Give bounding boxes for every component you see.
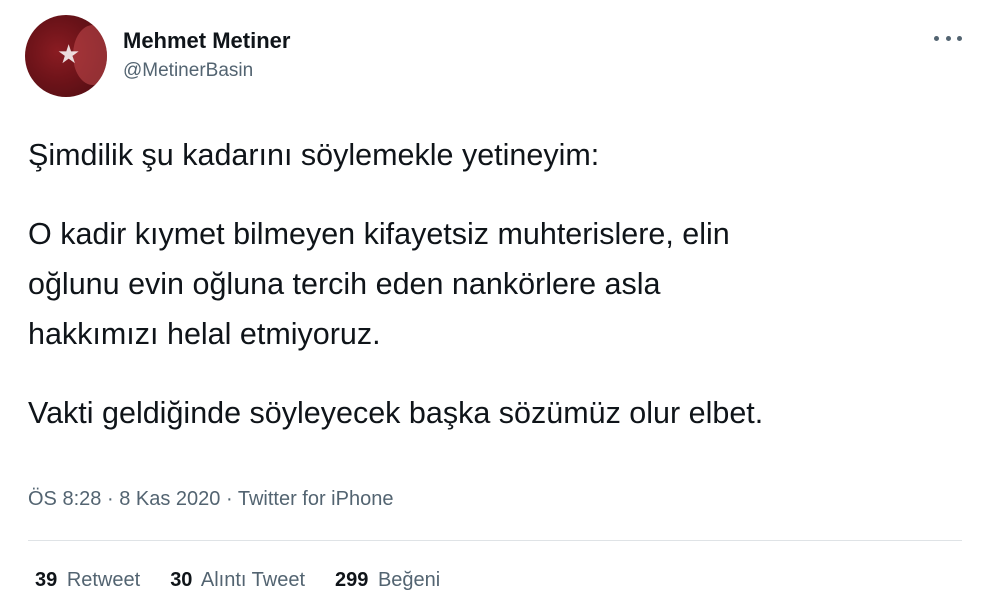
like-count[interactable]: 299 Beğeni [335, 569, 440, 592]
dot [945, 35, 951, 41]
author-display-name[interactable]: Mehmet Metiner [123, 28, 290, 54]
more-options-icon[interactable] [930, 26, 966, 50]
tweet-paragraph: Şimdilik şu kadarını söylemekle yetineyi… [28, 138, 600, 172]
quote-count-value: 30 [170, 569, 193, 591]
retweet-count-value: 39 [35, 569, 58, 591]
tweet-paragraph: O kadir kıymet bilmeyen kifayetsiz muhte… [28, 217, 730, 351]
separator: · [106, 488, 114, 510]
engagement-stats: 39 Retweet 30 Alıntı Tweet 299 Beğeni [35, 569, 440, 592]
dot [934, 35, 939, 41]
tweet-metadata: ÖS 8:28 · 8 Kas 2020 · Twitter for iPhon… [28, 488, 393, 511]
quote-label: Alıntı Tweet [200, 569, 306, 591]
tweet-time[interactable]: ÖS 8:28 [28, 488, 101, 510]
like-count-value: 299 [335, 569, 369, 591]
quote-tweet-count[interactable]: 30 Alıntı Tweet [170, 569, 305, 592]
like-label: Beğeni [377, 569, 441, 591]
retweet-label: Retweet [66, 569, 141, 591]
tweet-date[interactable]: 8 Kas 2020 [119, 488, 220, 510]
tweet-card: ★ Mehmet Metiner @MetinerBasin Şimdilik … [0, 0, 1000, 600]
tweet-text: Şimdilik şu kadarını söylemekle yetineyi… [28, 130, 968, 438]
author-handle[interactable]: @MetinerBasin [123, 60, 253, 82]
dot [957, 35, 962, 41]
avatar[interactable]: ★ [25, 15, 107, 97]
tweet-paragraph: Vakti geldiğinde söyleyecek başka sözümü… [28, 396, 764, 430]
divider [28, 540, 962, 541]
tweet-source[interactable]: Twitter for iPhone [238, 488, 394, 510]
star-icon: ★ [57, 39, 81, 69]
retweet-count[interactable]: 39 Retweet [35, 569, 140, 592]
separator: · [225, 488, 233, 510]
